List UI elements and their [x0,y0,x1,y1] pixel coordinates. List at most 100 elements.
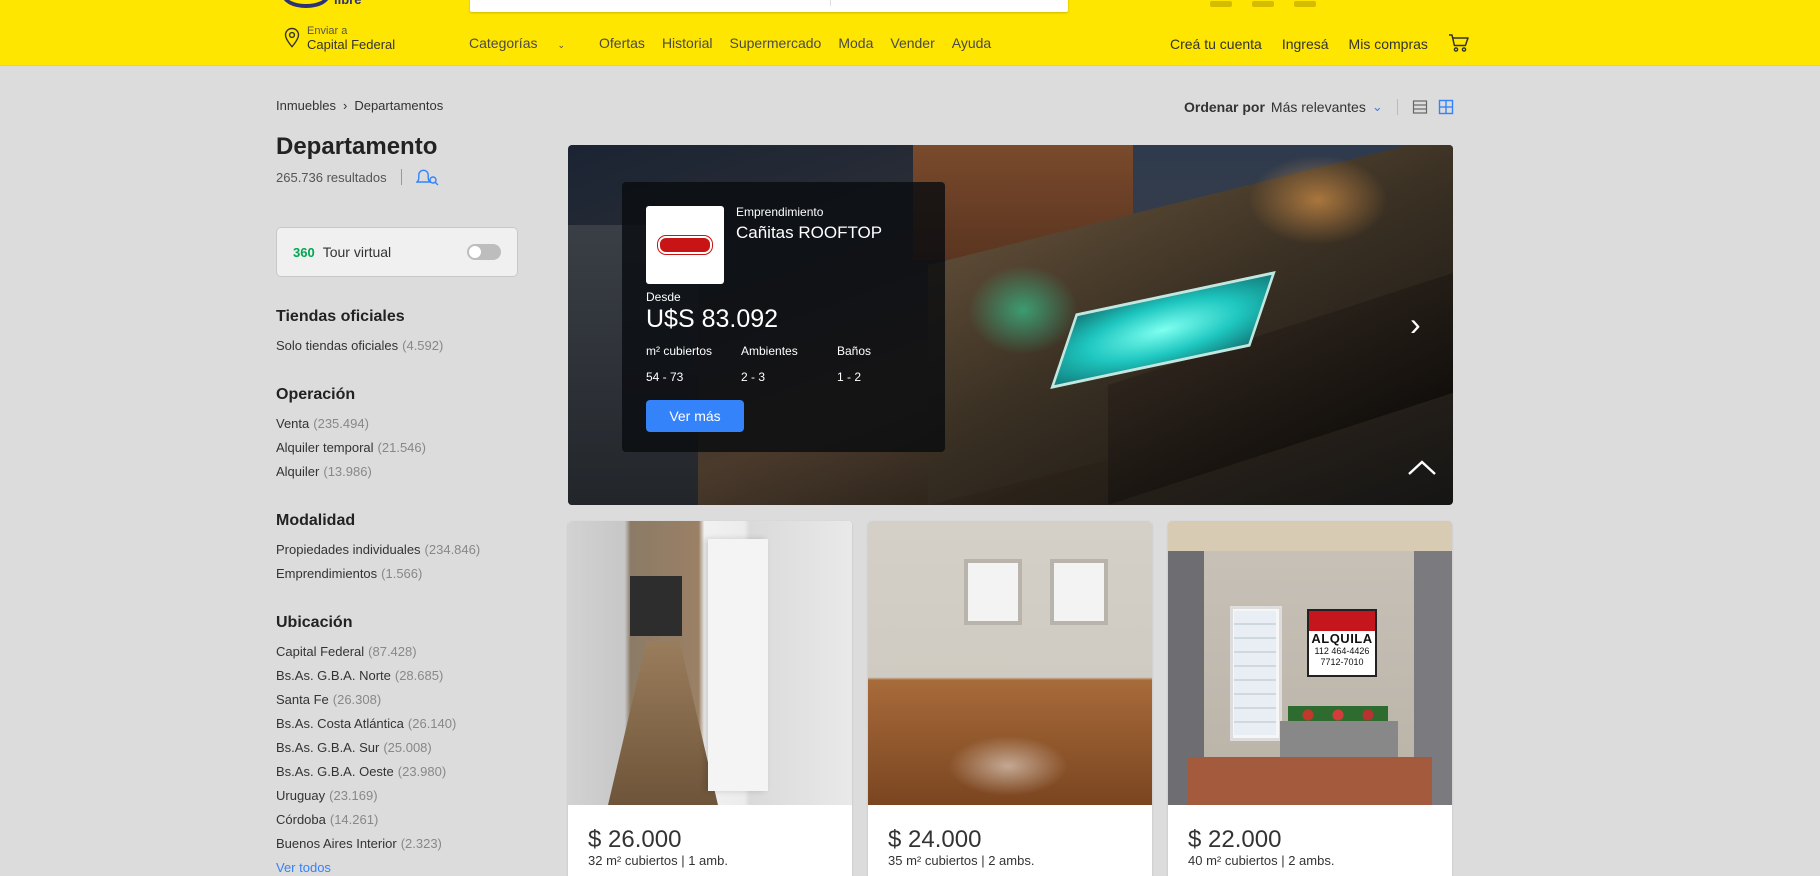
spec-surface: m² cubiertos 54 - 73 [646,344,713,384]
nav-ofertas[interactable]: Ofertas [599,35,645,51]
development-name: Cañitas ROOFTOP [736,223,883,242]
cart-icon[interactable] [1448,33,1470,53]
photo-door-glass [1234,611,1276,735]
filter-option[interactable]: Bs.As. G.B.A. Oeste (23.980) [276,764,456,779]
photo-window [1050,559,1108,625]
top-utility-icons [1210,0,1450,7]
logo-text: libre [334,0,361,7]
filter-option[interactable]: Solo tiendas oficiales (4.592) [276,338,443,353]
listing-price: $ 26.000 [588,826,682,853]
page-title: Departamento [276,133,438,160]
tour-virtual-filter[interactable]: 360 Tour virtual [276,227,518,277]
chevron-up-icon[interactable] [1405,457,1439,479]
ship-to-city: Capital Federal [307,36,396,52]
chevron-right-icon[interactable]: › [1410,308,1434,340]
divider [1396,99,1398,115]
tour-virtual-toggle[interactable] [467,244,501,260]
sign-word: ALQUILA [1311,631,1373,646]
listing-card[interactable]: $ 26.000 32 m² cubiertos | 1 amb. [568,521,852,876]
photo-floor-shine [948,736,1068,796]
filter-option[interactable]: Emprendimientos (1.566) [276,566,480,581]
signup-link[interactable]: Creá tu cuenta [1170,36,1262,52]
filter-modalidad: Modalidad Propiedades individuales (234.8… [276,512,480,590]
ship-to-location[interactable]: Enviar a Capital Federal [283,24,395,52]
sign-header [1309,611,1375,631]
developer-logo [646,206,724,284]
nav-supermercado[interactable]: Supermercado [730,35,822,51]
ship-to-label: Enviar a [307,24,348,37]
listing-card[interactable]: ALQUILA 112 464-4426 7712-7010 $ 22.000 … [1168,521,1452,876]
filter-option[interactable]: Alquiler (13.986) [276,464,426,479]
chevron-right-icon: › [342,98,348,113]
nav-historial[interactable]: Historial [662,35,713,51]
breadcrumb-inmuebles[interactable]: Inmuebles [276,98,336,113]
filter-title: Modalidad [276,512,356,529]
photo-wall-panel [708,539,768,791]
filter-option[interactable]: Uruguay (23.169) [276,788,456,803]
top-header: libre Enviar a Capital Federal Categoría… [0,0,1820,65]
listing-photo [568,521,852,805]
featured-development-banner[interactable]: Emprendimiento Cañitas ROOFTOP Desde U$S… [568,145,1453,505]
filter-option[interactable]: Bs.As. G.B.A. Norte (28.685) [276,668,456,683]
filter-operacion: Operación Venta (235.494) Alquiler tempor… [276,386,426,488]
filter-title: Ubicación [276,614,353,631]
spec-bathrooms: Baños 1 - 2 [837,344,872,384]
list-view-icon[interactable] [1412,99,1428,115]
listing-card[interactable]: $ 24.000 35 m² cubiertos | 2 ambs. [868,521,1152,876]
filter-option[interactable]: Capital Federal (87.428) [276,644,456,659]
development-info-card: Emprendimiento Cañitas ROOFTOP Desde U$S… [622,182,945,452]
sort-dropdown[interactable]: Más relevantes [1271,99,1366,115]
filter-option[interactable]: Córdoba (14.261) [276,812,456,827]
developer-logo-badge [658,236,712,254]
filter-option[interactable]: Buenos Aires Interior (2.323) [276,836,456,851]
grid-view-icon[interactable] [1438,99,1454,115]
photo-window [964,559,1022,625]
development-price: U$S 83.092 [646,305,779,333]
nav-vender[interactable]: Vender [890,35,934,51]
sort-label: Ordenar por [1184,99,1265,115]
development-kicker: Emprendimiento [736,205,824,219]
breadcrumb: Inmuebles › Departamentos [276,98,443,113]
filter-option[interactable]: Santa Fe (26.308) [276,692,456,707]
filter-option[interactable]: Propiedades individuales (234.846) [276,542,480,557]
listing-photo [868,521,1152,805]
chevron-down-icon[interactable]: ⌄ [1372,99,1383,115]
filter-option[interactable]: Bs.As. G.B.A. Sur (25.008) [276,740,456,755]
360-tour-icon: 360 [293,244,315,260]
chevron-down-icon: ⌄ [557,40,566,50]
banner-image-firelight [1248,155,1388,245]
photo-planter [1280,721,1398,757]
site-logo[interactable]: libre [282,0,377,10]
nav-ayuda[interactable]: Ayuda [952,35,991,51]
listing-price: $ 22.000 [1188,826,1282,853]
save-search-bell-icon[interactable] [415,168,440,186]
filter-tiendas-oficiales: Tiendas oficiales Solo tiendas oficiales… [276,308,443,362]
filter-ubicacion: Ubicación Capital Federal (87.428) Bs.As.… [276,614,456,875]
logo-handshake-icon [282,0,330,8]
sign-phone: 112 464-4426 [1314,646,1370,656]
search-divider [830,0,831,6]
filter-option[interactable]: Bs.As. Costa Atlántica (26.140) [276,716,456,731]
price-from-label: Desde [646,290,681,304]
listing-price: $ 24.000 [888,826,982,853]
tour-virtual-label: Tour virtual [322,244,392,260]
breadcrumb-departamentos[interactable]: Departamentos [354,98,443,113]
nav-moda[interactable]: Moda [838,35,873,51]
account-nav: Creá tu cuenta Ingresá Mis compras [1170,33,1470,53]
sign-phone: 7712-7010 [1320,657,1364,667]
nav-categorias[interactable]: Categorías ⌄ [469,35,582,51]
see-more-button[interactable]: Ver más [646,400,744,432]
see-all-locations-link[interactable]: Ver todos [276,860,456,875]
photo-doorway [630,576,682,636]
spec-rooms: Ambientes 2 - 3 [741,344,798,384]
login-link[interactable]: Ingresá [1282,36,1329,52]
filter-option[interactable]: Alquiler temporal (21.546) [276,440,426,455]
my-purchases-link[interactable]: Mis compras [1349,36,1428,52]
results-count: 265.736 resultados [276,168,440,186]
search-input[interactable] [470,0,1068,12]
banner-image-glow [968,265,1078,355]
for-rent-sign: ALQUILA 112 464-4426 7712-7010 [1307,609,1377,677]
filter-option[interactable]: Venta (235.494) [276,416,426,431]
photo-entrance-step [1188,757,1432,805]
filter-title: Operación [276,386,356,403]
